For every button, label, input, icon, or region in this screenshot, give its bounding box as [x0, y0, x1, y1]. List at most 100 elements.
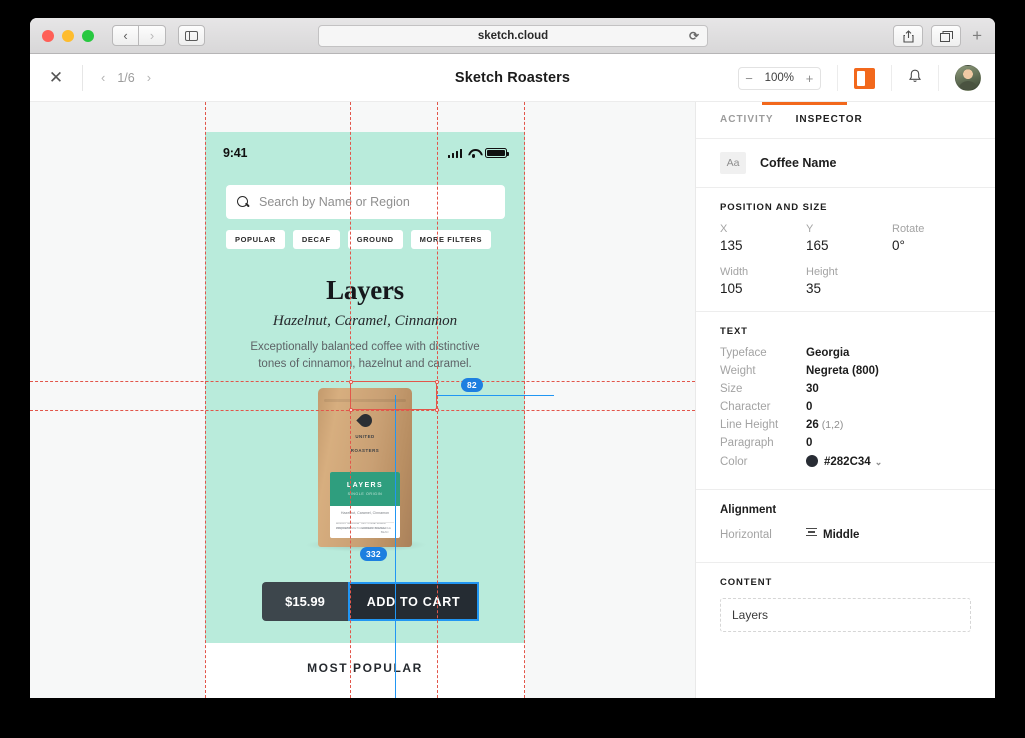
- weight-label: Weight: [720, 365, 756, 377]
- zoom-level: 100%: [764, 72, 794, 84]
- y-field: Y 165: [806, 223, 892, 253]
- search-placeholder: Search by Name or Region: [259, 195, 410, 209]
- status-bar: 9:41: [205, 144, 525, 162]
- color-label: Color: [720, 456, 748, 468]
- filter-chip-ground[interactable]: GROUND: [347, 230, 403, 249]
- navigation-buttons[interactable]: ‹ ›: [112, 25, 166, 46]
- width-field: Width 105: [720, 266, 806, 296]
- chrome-actions: +: [893, 25, 985, 47]
- weight-row: Weight Negreta (800): [720, 365, 971, 377]
- text-layer-icon: Aa: [720, 152, 746, 174]
- paragraph-label: Paragraph: [720, 437, 774, 449]
- avatar[interactable]: [955, 65, 981, 91]
- text-section: TEXT Typeface Georgia Weight Negreta (80…: [696, 312, 995, 490]
- add-to-cart-button[interactable]: ADD TO CART: [348, 582, 479, 621]
- window-controls[interactable]: [42, 29, 94, 42]
- app-body: 9:41 Search by Name or Region POPULAR DE…: [30, 102, 995, 698]
- toolbar-divider-3: [891, 65, 892, 91]
- width-label: Width: [720, 266, 749, 278]
- app-toolbar: ✕ ‹ 1/6 › Sketch Roasters − 100% +: [30, 54, 995, 102]
- zoom-out-button[interactable]: −: [739, 68, 760, 89]
- active-tab-underline: [762, 102, 847, 105]
- position-and-size-title: POSITION AND SIZE: [720, 202, 828, 213]
- rotate-field: Rotate 0°: [892, 223, 924, 253]
- bag-label-notes: Hazelnut, Caramel, Cinnamon: [340, 511, 390, 515]
- status-time: 9:41: [223, 146, 248, 160]
- toolbar-actions: − 100% +: [737, 54, 981, 102]
- bell-icon[interactable]: [908, 69, 922, 87]
- rotate-value: 0°: [892, 238, 905, 253]
- browser-chrome: ‹ › sketch.cloud ⟳ +: [30, 18, 995, 54]
- close-document-button[interactable]: ✕: [30, 68, 82, 88]
- alignment-section: Alignment Horizontal Middle: [696, 490, 995, 563]
- cta-bar: $15.99 ADD TO CART: [262, 582, 479, 621]
- page-navigator: ‹ 1/6 ›: [101, 70, 151, 85]
- new-tab-icon[interactable]: +: [969, 26, 985, 46]
- minimize-window-button[interactable]: [62, 29, 74, 42]
- selected-layer-row[interactable]: Aa Coffee Name: [696, 139, 995, 188]
- horizontal-label: Horizontal: [720, 528, 772, 541]
- wifi-icon: [467, 148, 480, 158]
- color-swatch: [806, 455, 818, 467]
- rotate-label: Rotate: [892, 223, 925, 235]
- prev-page-button[interactable]: ‹: [101, 70, 105, 85]
- bag-label-subtitle: SINGLE ORIGIN: [347, 492, 383, 496]
- color-value-group: #282C34 ⌄: [806, 455, 882, 468]
- line-height-value: 26 (1,2): [806, 419, 843, 431]
- text-section-title: TEXT: [720, 326, 748, 337]
- size-row: Width 105 Height 35: [720, 266, 971, 296]
- content-text-value[interactable]: Layers: [720, 597, 971, 632]
- share-icon[interactable]: [893, 25, 924, 47]
- tab-activity[interactable]: ACTIVITY: [720, 114, 774, 138]
- character-value: 0: [806, 401, 813, 413]
- height-value: 35: [806, 281, 822, 296]
- sidebar-icon[interactable]: [178, 25, 205, 46]
- filter-chip-more-filters[interactable]: MORE FILTERS: [410, 230, 492, 249]
- character-label: Character: [720, 401, 771, 413]
- coffee-bean-icon: [355, 411, 375, 430]
- close-window-button[interactable]: [42, 29, 54, 42]
- color-hex: #282C34: [824, 456, 871, 468]
- zoom-control[interactable]: − 100% +: [737, 66, 821, 90]
- design-canvas[interactable]: 9:41 Search by Name or Region POPULAR DE…: [30, 102, 695, 698]
- desktop-background: ‹ › sketch.cloud ⟳ + ✕ ‹ 1/6 › Sketch Ro…: [0, 0, 1025, 738]
- bag-label-header: LAYERS SINGLE ORIGIN: [330, 472, 400, 506]
- filter-chips: POPULAR DECAF GROUND MORE FILTERS: [226, 230, 492, 249]
- back-icon[interactable]: ‹: [112, 25, 139, 46]
- coffee-bag-image: UNITED ROASTERS LAYERS SINGLE ORIGIN Haz…: [318, 388, 412, 547]
- address-bar[interactable]: sketch.cloud ⟳: [318, 25, 708, 47]
- color-row[interactable]: Color #282C34 ⌄: [720, 455, 971, 468]
- x-label: X: [720, 223, 728, 235]
- layer-name: Coffee Name: [760, 156, 837, 170]
- chevron-down-icon[interactable]: ⌄: [875, 457, 883, 467]
- next-page-button[interactable]: ›: [147, 70, 151, 85]
- search-input[interactable]: Search by Name or Region: [226, 185, 505, 219]
- character-row: Character 0: [720, 401, 971, 413]
- bag-label: LAYERS SINGLE ORIGIN Hazelnut, Caramel, …: [330, 472, 400, 538]
- forward-icon[interactable]: ›: [139, 25, 166, 46]
- position-row: X 135 Y 165 Rotate 0°: [720, 223, 971, 253]
- tab-inspector[interactable]: INSPECTOR: [796, 114, 863, 138]
- filter-chip-decaf[interactable]: DECAF: [292, 230, 340, 249]
- panel-toggle-icon[interactable]: [854, 67, 875, 89]
- bag-brand-line2: ROASTERS: [350, 447, 380, 453]
- reload-icon[interactable]: ⟳: [689, 29, 699, 43]
- content-section: CONTENT Layers: [696, 563, 995, 647]
- toolbar-divider: [82, 64, 83, 91]
- mobile-mockup: 9:41 Search by Name or Region POPULAR DE…: [205, 132, 525, 698]
- x-field: X 135: [720, 223, 806, 253]
- line-height-label: Line Height: [720, 419, 779, 431]
- maximize-window-button[interactable]: [82, 29, 94, 42]
- line-height-row: Line Height 26 (1,2): [720, 419, 971, 431]
- content-title: CONTENT: [720, 576, 773, 588]
- filter-chip-popular[interactable]: POPULAR: [226, 230, 285, 249]
- inspector-panel: ACTIVITY INSPECTOR Aa Coffee Name POSITI…: [695, 102, 995, 698]
- line-height-number: 26: [806, 419, 819, 431]
- tabs-icon[interactable]: [931, 25, 962, 47]
- signal-icon: [447, 149, 462, 158]
- typeface-row: Typeface Georgia: [720, 347, 971, 359]
- zoom-in-button[interactable]: +: [799, 68, 820, 89]
- search-icon: [237, 195, 250, 209]
- bag-label-footer: 340g WWW.SKETCHCOFFEE.COM WHOLE BEAN: [336, 522, 394, 534]
- x-value: 135: [720, 238, 743, 253]
